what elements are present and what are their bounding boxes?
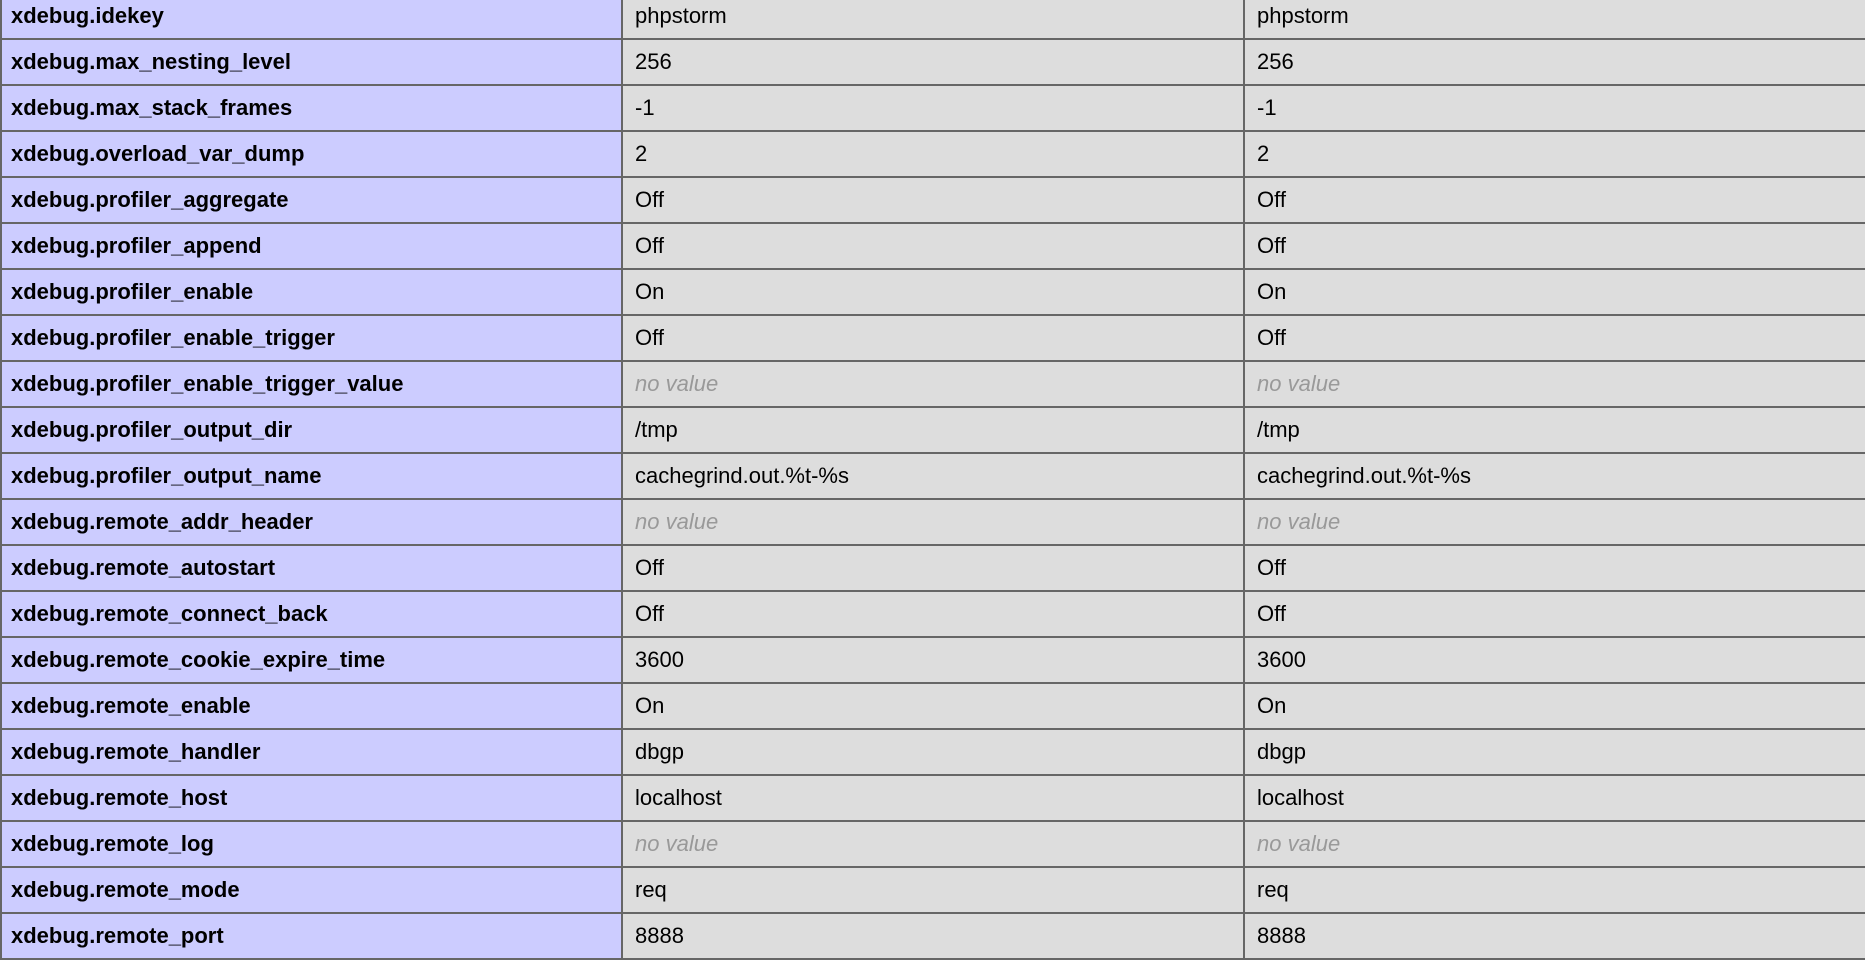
local-value: -1 <box>621 84 1245 132</box>
directive-name: xdebug.overload_var_dump <box>0 130 623 178</box>
directive-name: xdebug.profiler_enable <box>0 268 623 316</box>
master-value: dbgp <box>1243 728 1865 776</box>
table-row: xdebug.remote_log no value no value <box>0 820 1865 868</box>
master-value: 3600 <box>1243 636 1865 684</box>
master-value: Off <box>1243 222 1865 270</box>
directive-name: xdebug.remote_host <box>0 774 623 822</box>
directive-name: xdebug.profiler_enable_trigger_value <box>0 360 623 408</box>
directive-name: xdebug.max_nesting_level <box>0 38 623 86</box>
local-value: no value <box>621 360 1245 408</box>
table-row: xdebug.remote_host localhost localhost <box>0 774 1865 822</box>
master-value: Off <box>1243 590 1865 638</box>
local-value: 3600 <box>621 636 1245 684</box>
local-value: 2 <box>621 130 1245 178</box>
table-row: xdebug.max_nesting_level 256 256 <box>0 38 1865 86</box>
table-row: xdebug.profiler_enable_trigger Off Off <box>0 314 1865 362</box>
table-row: xdebug.profiler_aggregate Off Off <box>0 176 1865 224</box>
master-value: 2 <box>1243 130 1865 178</box>
directive-name: xdebug.profiler_output_name <box>0 452 623 500</box>
master-value: /tmp <box>1243 406 1865 454</box>
table-row: xdebug.remote_port 8888 8888 <box>0 912 1865 960</box>
directive-name: xdebug.remote_connect_back <box>0 590 623 638</box>
local-value: On <box>621 268 1245 316</box>
directive-name: xdebug.remote_port <box>0 912 623 960</box>
directive-name: xdebug.idekey <box>0 0 623 40</box>
directive-name: xdebug.remote_mode <box>0 866 623 914</box>
local-value: phpstorm <box>621 0 1245 40</box>
table-row: xdebug.overload_var_dump 2 2 <box>0 130 1865 178</box>
local-value: Off <box>621 590 1245 638</box>
master-value: 256 <box>1243 38 1865 86</box>
directive-name: xdebug.remote_enable <box>0 682 623 730</box>
master-value: On <box>1243 268 1865 316</box>
local-value: Off <box>621 544 1245 592</box>
table-row: xdebug.profiler_output_name cachegrind.ou… <box>0 452 1865 500</box>
local-value: 256 <box>621 38 1245 86</box>
master-value: On <box>1243 682 1865 730</box>
master-value: Off <box>1243 544 1865 592</box>
table-row: xdebug.remote_connect_back Off Off <box>0 590 1865 638</box>
master-value: -1 <box>1243 84 1865 132</box>
master-value: phpstorm <box>1243 0 1865 40</box>
directive-name: xdebug.remote_log <box>0 820 623 868</box>
xdebug-directives-table: xdebug.idekey phpstorm phpstorm xdebug.max… <box>0 0 1865 960</box>
directive-name: xdebug.remote_handler <box>0 728 623 776</box>
master-value: 8888 <box>1243 912 1865 960</box>
master-value: cachegrind.out.%t-%s <box>1243 452 1865 500</box>
directives-table-body: xdebug.idekey phpstorm phpstorm xdebug.max… <box>0 0 1865 960</box>
master-value: localhost <box>1243 774 1865 822</box>
local-value: On <box>621 682 1245 730</box>
table-row: xdebug.max_stack_frames -1 -1 <box>0 84 1865 132</box>
local-value: req <box>621 866 1245 914</box>
local-value: 8888 <box>621 912 1245 960</box>
directive-name: xdebug.profiler_aggregate <box>0 176 623 224</box>
table-row: xdebug.remote_addr_header no value no valu… <box>0 498 1865 546</box>
local-value: localhost <box>621 774 1245 822</box>
table-row: xdebug.profiler_enable_trigger_value no v… <box>0 360 1865 408</box>
local-value: Off <box>621 314 1245 362</box>
table-row: xdebug.remote_mode req req <box>0 866 1865 914</box>
master-value: no value <box>1243 360 1865 408</box>
phpinfo-xdebug-section: xdebug.idekey phpstorm phpstorm xdebug.max… <box>0 0 1865 960</box>
local-value: no value <box>621 820 1245 868</box>
directive-name: xdebug.remote_autostart <box>0 544 623 592</box>
directive-name: xdebug.profiler_append <box>0 222 623 270</box>
master-value: req <box>1243 866 1865 914</box>
table-row: xdebug.remote_autostart Off Off <box>0 544 1865 592</box>
table-row: xdebug.profiler_enable On On <box>0 268 1865 316</box>
local-value: Off <box>621 222 1245 270</box>
table-row: xdebug.remote_enable On On <box>0 682 1865 730</box>
table-row: xdebug.remote_handler dbgp dbgp <box>0 728 1865 776</box>
table-row: xdebug.idekey phpstorm phpstorm <box>0 0 1865 40</box>
directive-name: xdebug.remote_addr_header <box>0 498 623 546</box>
local-value: no value <box>621 498 1245 546</box>
local-value: /tmp <box>621 406 1245 454</box>
local-value: Off <box>621 176 1245 224</box>
directive-name: xdebug.max_stack_frames <box>0 84 623 132</box>
local-value: cachegrind.out.%t-%s <box>621 452 1245 500</box>
master-value: no value <box>1243 820 1865 868</box>
directive-name: xdebug.profiler_enable_trigger <box>0 314 623 362</box>
master-value: Off <box>1243 176 1865 224</box>
directive-name: xdebug.remote_cookie_expire_time <box>0 636 623 684</box>
master-value: no value <box>1243 498 1865 546</box>
table-row: xdebug.remote_cookie_expire_time 3600 3600 <box>0 636 1865 684</box>
table-row: xdebug.profiler_output_dir/tmp/tmp <box>0 406 1865 454</box>
directive-name: xdebug.profiler_output_dir <box>0 406 623 454</box>
local-value: dbgp <box>621 728 1245 776</box>
master-value: Off <box>1243 314 1865 362</box>
table-row: xdebug.profiler_append Off Off <box>0 222 1865 270</box>
